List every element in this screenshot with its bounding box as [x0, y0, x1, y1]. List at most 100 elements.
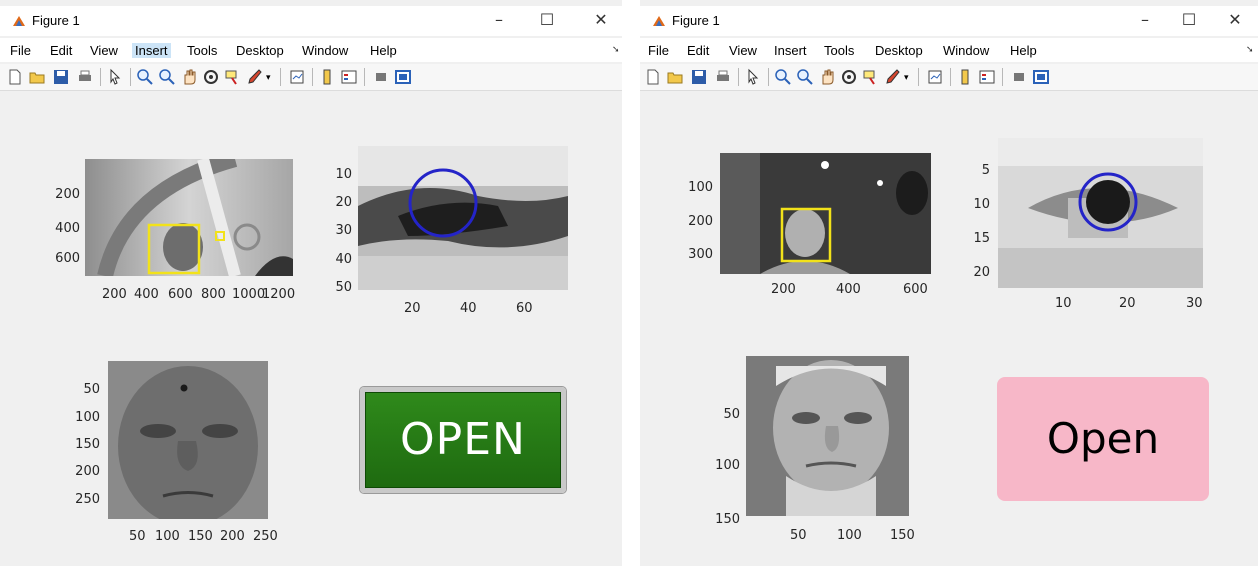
- menu-edit[interactable]: Edit: [50, 43, 72, 58]
- open-folder-icon[interactable]: [666, 68, 684, 86]
- figure-toolbar: ▾: [0, 64, 622, 91]
- link-plot-icon[interactable]: [926, 68, 944, 86]
- open-status-button: OPEN: [360, 387, 566, 493]
- figure-toolbar: ▾: [640, 64, 1258, 91]
- x-tick: 600: [903, 282, 928, 297]
- chevron-down-icon[interactable]: ▾: [266, 68, 284, 86]
- pointer-icon[interactable]: [106, 68, 124, 86]
- minimize-button[interactable]: –: [1130, 9, 1160, 31]
- x-tick: 50: [790, 528, 807, 543]
- data-cursor-icon[interactable]: [862, 68, 880, 86]
- maximize-button[interactable]: ☐: [532, 9, 562, 31]
- legend-icon[interactable]: [340, 68, 358, 86]
- show-plot-tools-icon[interactable]: [394, 68, 412, 86]
- colorbar-icon[interactable]: [956, 68, 974, 86]
- open-folder-icon[interactable]: [28, 68, 46, 86]
- x-tick: 1000: [232, 287, 266, 302]
- zoom-in-icon[interactable]: [774, 68, 792, 86]
- menu-file[interactable]: File: [648, 43, 669, 58]
- x-tick: 20: [404, 301, 421, 316]
- x-tick: 10: [1055, 296, 1072, 311]
- menu-file[interactable]: File: [10, 43, 31, 58]
- menu-window[interactable]: Window: [943, 43, 989, 58]
- y-tick: 150: [715, 512, 740, 527]
- y-tick: 50: [723, 407, 740, 422]
- pan-icon[interactable]: [818, 68, 836, 86]
- y-tick: 10: [973, 197, 990, 212]
- menu-desktop[interactable]: Desktop: [875, 43, 923, 58]
- figure-window-1: Figure 1 – ☐ ✕ File Edit View Insert Too…: [0, 0, 622, 566]
- close-button[interactable]: ✕: [1220, 9, 1250, 31]
- x-tick: 20: [1119, 296, 1136, 311]
- show-plot-tools-icon[interactable]: [1032, 68, 1050, 86]
- rotate-icon[interactable]: [840, 68, 858, 86]
- save-icon[interactable]: [690, 68, 708, 86]
- hide-plot-tools-icon[interactable]: [372, 68, 390, 86]
- x-tick: 30: [1186, 296, 1203, 311]
- maximize-button[interactable]: ☐: [1174, 9, 1204, 31]
- print-icon[interactable]: [76, 68, 94, 86]
- toolbar-separator: [364, 68, 365, 86]
- toolbar-separator: [280, 68, 281, 86]
- menu-desktop[interactable]: Desktop: [236, 43, 284, 58]
- x-tick: 200: [102, 287, 127, 302]
- y-tick: 30: [335, 223, 352, 238]
- new-file-icon[interactable]: [644, 68, 662, 86]
- brush-icon[interactable]: [884, 68, 902, 86]
- zoom-out-icon[interactable]: [796, 68, 814, 86]
- title-bar: Figure 1 – ☐ ✕: [640, 6, 1258, 36]
- save-icon[interactable]: [52, 68, 70, 86]
- y-tick: 300: [688, 247, 713, 262]
- menu-window[interactable]: Window: [302, 43, 348, 58]
- print-icon[interactable]: [714, 68, 732, 86]
- y-tick: 100: [75, 410, 100, 425]
- toolbar-separator: [918, 68, 919, 86]
- rotate-icon[interactable]: [202, 68, 220, 86]
- menu-edit[interactable]: Edit: [687, 43, 709, 58]
- zoom-in-icon[interactable]: [136, 68, 154, 86]
- menu-bar: File Edit View Insert Tools Desktop Wind…: [640, 38, 1258, 62]
- menu-tools[interactable]: Tools: [187, 43, 217, 58]
- brush-icon[interactable]: [246, 68, 264, 86]
- y-tick: 50: [83, 382, 100, 397]
- menu-help[interactable]: Help: [1010, 43, 1037, 58]
- y-tick: 100: [715, 458, 740, 473]
- legend-icon[interactable]: [978, 68, 996, 86]
- data-cursor-icon[interactable]: [224, 68, 242, 86]
- hide-plot-tools-icon[interactable]: [1010, 68, 1028, 86]
- zoom-out-icon[interactable]: [158, 68, 176, 86]
- menu-help[interactable]: Help: [370, 43, 397, 58]
- y-tick: 50: [335, 280, 352, 295]
- colorbar-icon[interactable]: [318, 68, 336, 86]
- menu-insert[interactable]: Insert: [774, 43, 807, 58]
- menu-view[interactable]: View: [729, 43, 757, 58]
- dock-arrow-icon[interactable]: ➘: [1246, 44, 1254, 55]
- menu-insert[interactable]: Insert: [132, 43, 171, 58]
- matlab-logo-icon: [653, 16, 665, 26]
- x-tick: 150: [890, 528, 915, 543]
- dock-arrow-icon[interactable]: ➘: [612, 44, 620, 55]
- menu-tools[interactable]: Tools: [824, 43, 854, 58]
- minimize-button[interactable]: –: [484, 9, 514, 31]
- close-button[interactable]: ✕: [586, 9, 616, 31]
- x-tick: 200: [220, 529, 245, 544]
- x-tick: 50: [129, 529, 146, 544]
- toolbar-separator: [1002, 68, 1003, 86]
- x-tick: 40: [460, 301, 477, 316]
- chevron-down-icon[interactable]: ▾: [904, 68, 922, 86]
- y-tick: 40: [335, 252, 352, 267]
- y-tick: 20: [973, 265, 990, 280]
- menu-view[interactable]: View: [90, 43, 118, 58]
- pan-icon[interactable]: [180, 68, 198, 86]
- link-plot-icon[interactable]: [288, 68, 306, 86]
- y-tick: 5: [981, 163, 990, 178]
- y-tick: 20: [335, 195, 352, 210]
- new-file-icon[interactable]: [6, 68, 24, 86]
- toolbar-separator: [738, 68, 739, 86]
- toolbar-separator: [768, 68, 769, 86]
- x-tick: 600: [168, 287, 193, 302]
- y-tick: 250: [75, 492, 100, 507]
- y-tick: 100: [688, 180, 713, 195]
- toolbar-separator: [950, 68, 951, 86]
- pointer-icon[interactable]: [744, 68, 762, 86]
